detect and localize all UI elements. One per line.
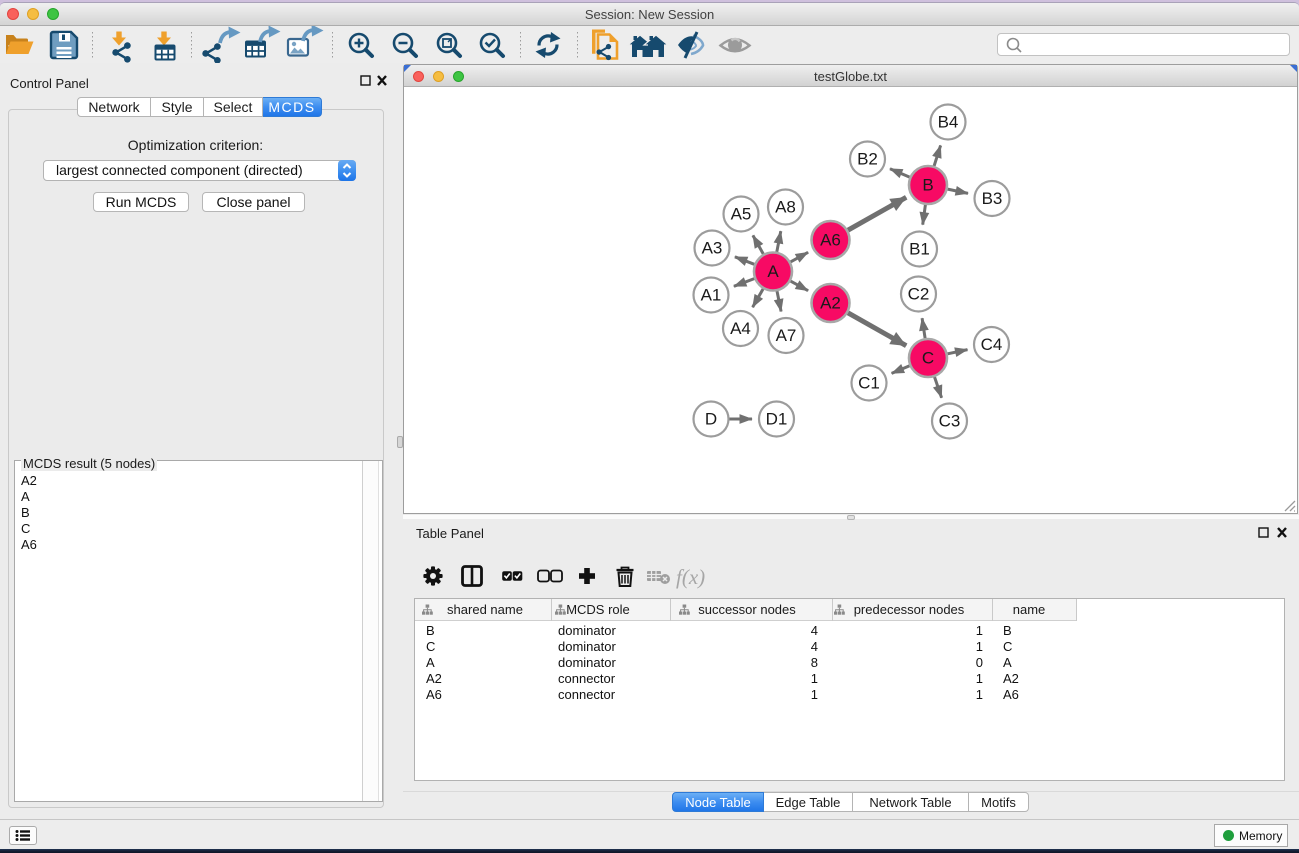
svg-text:A8: A8 <box>775 198 796 217</box>
svg-text:B3: B3 <box>982 189 1003 208</box>
svg-text:C: C <box>922 349 934 368</box>
svg-text:C2: C2 <box>908 285 930 304</box>
svg-text:D1: D1 <box>766 410 788 429</box>
svg-text:C1: C1 <box>858 374 880 393</box>
svg-text:D: D <box>705 410 717 429</box>
svg-text:A3: A3 <box>702 239 723 258</box>
svg-text:B2: B2 <box>857 150 878 169</box>
svg-text:A2: A2 <box>820 294 841 313</box>
svg-text:B: B <box>922 176 933 195</box>
svg-text:A6: A6 <box>820 231 841 250</box>
svg-text:A4: A4 <box>730 319 751 338</box>
svg-text:A1: A1 <box>701 286 722 305</box>
svg-text:B4: B4 <box>938 113 959 132</box>
svg-text:B1: B1 <box>909 240 930 259</box>
svg-text:A7: A7 <box>776 326 797 345</box>
svg-text:C3: C3 <box>939 412 961 431</box>
svg-text:A: A <box>767 262 779 281</box>
svg-text:C4: C4 <box>981 335 1003 354</box>
svg-text:f(x): f(x) <box>676 565 705 589</box>
svg-text:A5: A5 <box>731 205 752 224</box>
